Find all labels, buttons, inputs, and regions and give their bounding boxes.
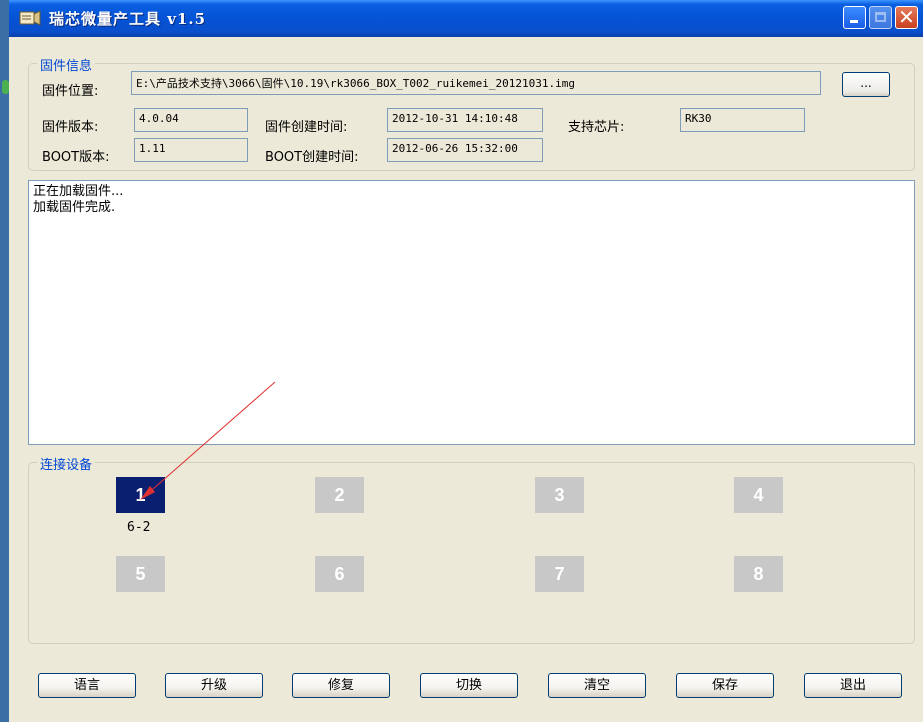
exit-button[interactable]: 退出: [804, 673, 902, 698]
repair-button[interactable]: 修复: [292, 673, 390, 698]
title-bar[interactable]: 瑞芯微量产工具 v1.5 ✕: [9, 0, 923, 37]
close-icon: ✕: [898, 5, 915, 29]
minimize-icon: [850, 20, 858, 23]
maximize-icon: [875, 12, 886, 22]
close-button[interactable]: ✕: [895, 6, 918, 29]
boot-version-label: BOOT版本:: [42, 150, 110, 165]
switch-button[interactable]: 切换: [420, 673, 518, 698]
firmware-version-label: 固件版本:: [42, 120, 99, 135]
clear-button[interactable]: 清空: [548, 673, 646, 698]
device-slot-7[interactable]: 7: [535, 556, 584, 592]
firmware-created-field: 2012-10-31 14:10:48: [387, 108, 543, 132]
firmware-version-field: 4.0.04: [134, 108, 248, 132]
app-icon: [19, 10, 41, 26]
maximize-button[interactable]: [869, 6, 892, 29]
firmware-created-label: 固件创建时间:: [265, 120, 348, 135]
desktop-icon-fragment: [2, 80, 9, 94]
upgrade-button[interactable]: 升级: [165, 673, 263, 698]
devices-legend: 连接设备: [37, 454, 96, 473]
firmware-location-label: 固件位置:: [42, 84, 99, 99]
minimize-button[interactable]: [843, 6, 866, 29]
device-slot-2[interactable]: 2: [315, 477, 364, 513]
boot-version-field: 1.11: [134, 138, 248, 162]
log-textarea[interactable]: 正在加载固件... 加载固件完成.: [28, 180, 915, 445]
save-button[interactable]: 保存: [676, 673, 774, 698]
device-slot-6[interactable]: 6: [315, 556, 364, 592]
device-slot-1-port: 6-2: [127, 520, 151, 535]
device-slot-8[interactable]: 8: [734, 556, 783, 592]
browse-button[interactable]: ...: [842, 72, 890, 97]
firmware-info-legend: 固件信息: [37, 55, 96, 74]
log-line: 正在加载固件...: [33, 184, 124, 199]
device-slot-5[interactable]: 5: [116, 556, 165, 592]
device-slot-3[interactable]: 3: [535, 477, 584, 513]
window-title: 瑞芯微量产工具 v1.5: [49, 10, 207, 28]
firmware-location-field[interactable]: E:\产品技术支持\3066\固件\10.19\rk3066_BOX_T002_…: [131, 71, 821, 95]
chip-field: RK30: [680, 108, 805, 132]
boot-created-label: BOOT创建时间:: [265, 150, 359, 165]
device-slot-4[interactable]: 4: [734, 477, 783, 513]
boot-created-field: 2012-06-26 15:32:00: [387, 138, 543, 162]
desktop-edge: [0, 0, 9, 722]
chip-label: 支持芯片:: [568, 120, 625, 135]
device-slot-1[interactable]: 1: [116, 477, 165, 513]
language-button[interactable]: 语言: [38, 673, 136, 698]
log-line: 加载固件完成.: [33, 200, 116, 215]
